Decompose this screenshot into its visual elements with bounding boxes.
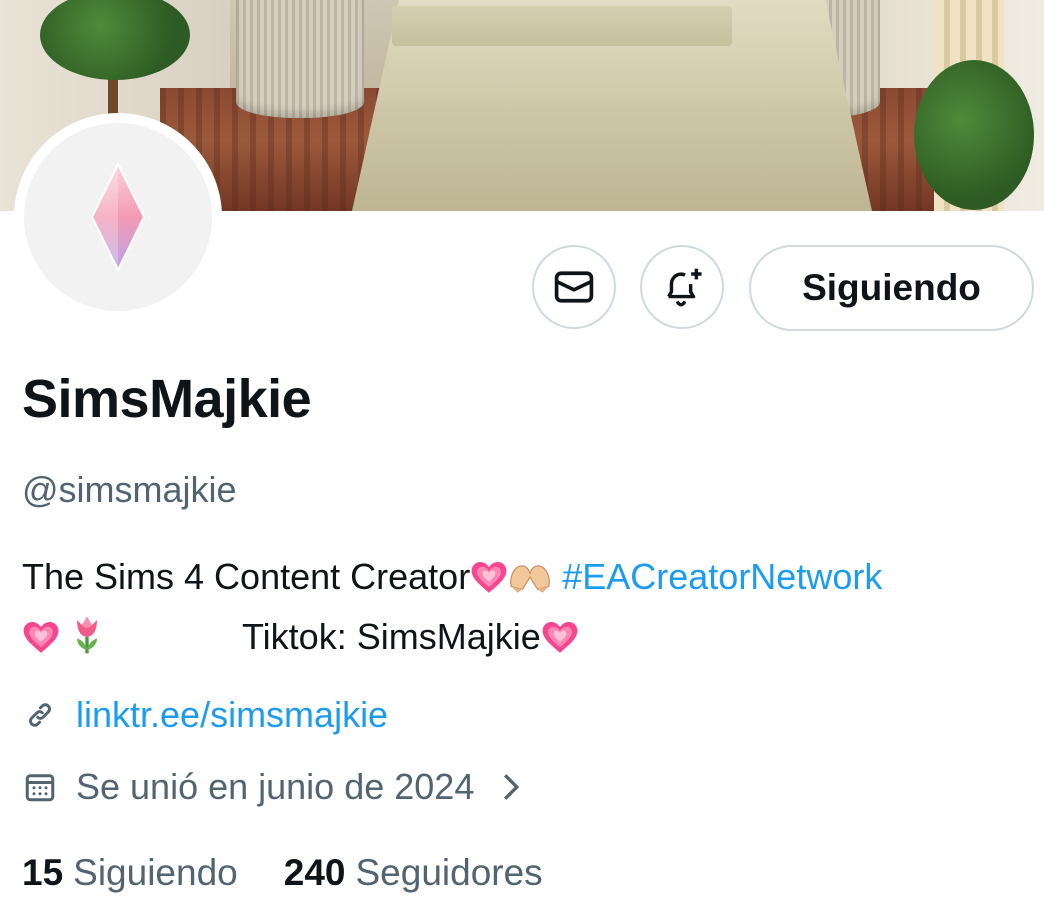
message-button[interactable] — [532, 245, 616, 329]
heart-hands-icon — [508, 556, 552, 610]
tiktok-text: Tiktok: SimsMajkie — [242, 616, 541, 657]
profile-bio: The Sims 4 Content Creator #EACreatorNet… — [22, 550, 1042, 670]
plumbob-icon — [90, 162, 146, 272]
joined-row[interactable]: Se unió en junio de 2024 — [22, 766, 522, 808]
tulip-icon — [70, 615, 104, 670]
hashtag-link[interactable]: #EACreatorNetwork — [562, 556, 882, 597]
banner-nightstand-left — [236, 0, 364, 118]
followers-stat[interactable]: 240 Seguidores — [284, 852, 543, 894]
banner-bed-fold — [392, 6, 732, 46]
follow-stats: 15 Siguiendo 240 Seguidores — [22, 852, 589, 894]
notifications-button[interactable] — [640, 245, 724, 329]
avatar[interactable] — [14, 113, 222, 321]
banner-plant-right — [914, 60, 1034, 210]
website-row: linktr.ee/simsmajkie — [22, 694, 388, 736]
following-label: Siguiendo — [73, 852, 238, 893]
bell-plus-icon — [667, 268, 702, 307]
growing-heart-icon — [22, 616, 60, 670]
website-link[interactable]: linktr.ee/simsmajkie — [76, 694, 388, 736]
joined-date: Se unió en junio de 2024 — [76, 766, 475, 807]
followers-label: Seguidores — [355, 852, 543, 893]
growing-heart-icon — [541, 616, 579, 670]
bio-text: The Sims 4 Content Creator — [22, 556, 471, 597]
bio-line-2: Tiktok: SimsMajkie — [22, 610, 1042, 670]
bio-line-1: The Sims 4 Content Creator #EACreatorNet… — [22, 550, 1042, 610]
following-button[interactable]: Siguiendo — [749, 245, 1034, 331]
avatar-image — [24, 123, 212, 311]
profile-page: Siguiendo SimsMajkie @simsmajkie The Sim… — [0, 0, 1044, 920]
link-icon — [22, 697, 58, 733]
user-handle: @simsmajkie — [22, 469, 237, 510]
chevron-right-icon — [500, 772, 522, 802]
calendar-icon — [22, 769, 58, 805]
following-count: 15 — [22, 852, 64, 893]
followers-count: 240 — [283, 852, 346, 893]
growing-heart-icon — [470, 556, 508, 610]
envelope-icon — [554, 271, 594, 303]
display-name: SimsMajkie — [22, 369, 312, 429]
following-stat[interactable]: 15 Siguiendo — [22, 852, 238, 894]
